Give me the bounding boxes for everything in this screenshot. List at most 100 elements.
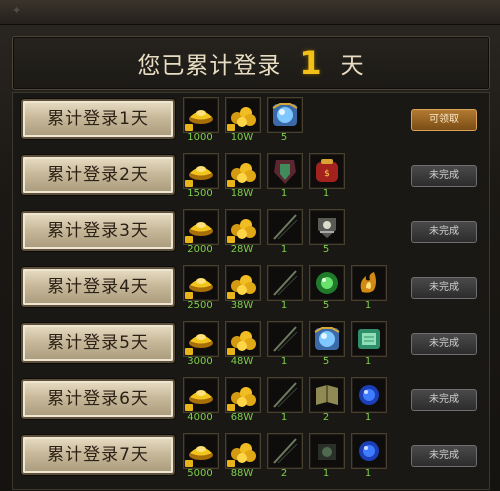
reward-item-quantity: 2 <box>280 468 288 479</box>
reward-item-sword[interactable] <box>267 209 303 245</box>
crest-icon <box>318 218 336 238</box>
blue-orb-icon <box>359 385 379 405</box>
reward-item-blue-gem[interactable] <box>267 97 303 133</box>
incomplete-status-button[interactable]: 未完成 <box>411 221 477 243</box>
sword-icon <box>273 382 298 408</box>
day-7-label-button[interactable]: 累计登录7天 <box>21 435 175 475</box>
reward-item-flame-rune[interactable] <box>351 265 387 301</box>
reward-item-quantity: 1 <box>364 300 372 311</box>
bound-lock-icon <box>227 180 235 187</box>
reward-item-gold-coins[interactable] <box>225 209 261 245</box>
reward-item-red-bag[interactable]: $ <box>309 153 345 189</box>
reward-item-green-orb[interactable] <box>309 265 345 301</box>
sword-icon <box>273 214 298 240</box>
reward-item-gold-ingot[interactable] <box>183 377 219 413</box>
bound-lock-icon <box>185 292 193 299</box>
reward-item-gold-coins[interactable] <box>225 433 261 469</box>
reward-item-gold-ingot[interactable] <box>183 265 219 301</box>
incomplete-status-button[interactable]: 未完成 <box>411 277 477 299</box>
green-scroll-icon <box>358 329 380 349</box>
reward-item-quantity: 5 <box>322 244 330 255</box>
day-5-label-button[interactable]: 累计登录5天 <box>21 323 175 363</box>
reward-item-sword[interactable] <box>267 433 303 469</box>
reward-item-blue-orb[interactable] <box>351 377 387 413</box>
bound-lock-icon <box>185 124 193 131</box>
reward-list: 累计登录1天 1000 10W 5 可领取 累计登录2天 1500 18W 1 $1 未完成 累计登录… <box>12 92 490 490</box>
svg-text:$: $ <box>324 169 330 179</box>
login-reward-window: ✦ 您已累计登录 1 天 累计登录1天 1000 10W 5 可领取 累计登录2天 1500… <box>0 0 500 491</box>
reward-item-sword[interactable] <box>267 377 303 413</box>
sword-icon <box>273 326 298 352</box>
reward-item-quantity: 28W <box>230 244 254 255</box>
reward-item-quantity: 68W <box>230 412 254 423</box>
incomplete-status-button[interactable]: 未完成 <box>411 165 477 187</box>
bound-lock-icon <box>227 292 235 299</box>
sword-icon <box>273 270 298 296</box>
claim-reward-button[interactable]: 可领取 <box>411 109 477 131</box>
window-top-bar: ✦ <box>0 0 500 25</box>
reward-item-gold-coins[interactable] <box>225 153 261 189</box>
dark-relic-icon <box>318 444 336 460</box>
day-6-label-button[interactable]: 累计登录6天 <box>21 379 175 419</box>
incomplete-status-button[interactable]: 未完成 <box>411 389 477 411</box>
reward-item-green-scroll[interactable] <box>351 321 387 357</box>
reward-item-quantity: 18W <box>230 188 254 199</box>
reward-item-quantity: 1 <box>280 412 288 423</box>
reward-item-quantity: 4000 <box>187 412 213 423</box>
incomplete-status-button[interactable]: 未完成 <box>411 333 477 355</box>
reward-item-quantity: 1 <box>280 356 288 367</box>
sword-icon <box>273 438 298 464</box>
reward-item-gold-coins[interactable] <box>225 321 261 357</box>
reward-item-gold-ingot[interactable] <box>183 433 219 469</box>
day-2-label-button[interactable]: 累计登录2天 <box>21 155 175 195</box>
reward-row-day-7: 累计登录7天 5000 88W 2 1 1 未完成 <box>13 433 487 485</box>
reward-item-quantity: 5000 <box>187 468 213 479</box>
day-4-label-button[interactable]: 累计登录4天 <box>21 267 175 307</box>
reward-item-gold-coins[interactable] <box>225 265 261 301</box>
reward-item-quantity: 1 <box>364 412 372 423</box>
reward-item-quantity: 38W <box>230 300 254 311</box>
reward-item-blue-orb[interactable] <box>351 433 387 469</box>
day-3-label-button[interactable]: 累计登录3天 <box>21 211 175 251</box>
reward-item-gold-ingot[interactable] <box>183 321 219 357</box>
bound-lock-icon <box>227 460 235 467</box>
day-1-label-button[interactable]: 累计登录1天 <box>21 99 175 139</box>
bound-lock-icon <box>185 180 193 187</box>
reward-item-gold-ingot[interactable] <box>183 209 219 245</box>
reward-item-gold-coins[interactable] <box>225 97 261 133</box>
reward-item-quantity: 1500 <box>187 188 213 199</box>
incomplete-status-button[interactable]: 未完成 <box>411 445 477 467</box>
reward-item-gold-ingot[interactable] <box>183 97 219 133</box>
reward-item-quantity: 2500 <box>187 300 213 311</box>
reward-item-blue-gem[interactable] <box>309 321 345 357</box>
reward-item-sword[interactable] <box>267 265 303 301</box>
reward-item-gold-ingot[interactable] <box>183 153 219 189</box>
reward-item-quantity: 1 <box>280 188 288 199</box>
reward-item-dark-relic[interactable] <box>309 433 345 469</box>
bound-lock-icon <box>185 348 193 355</box>
reward-item-book[interactable] <box>309 377 345 413</box>
reward-row-day-6: 累计登录6天 4000 68W 1 2 1 未完成 <box>13 377 487 429</box>
reward-item-quantity: 1 <box>280 244 288 255</box>
game-logo: ✦ <box>12 4 22 17</box>
reward-row-day-3: 累计登录3天 2000 28W 1 5 未完成 <box>13 209 487 261</box>
reward-item-quantity: 1 <box>322 468 330 479</box>
reward-item-gold-coins[interactable] <box>225 377 261 413</box>
reward-item-quantity: 5 <box>322 356 330 367</box>
reward-item-armor[interactable] <box>267 153 303 189</box>
reward-item-quantity: 88W <box>230 468 254 479</box>
red-bag-icon: $ <box>316 159 338 182</box>
reward-item-sword[interactable] <box>267 321 303 357</box>
reward-row-day-5: 累计登录5天 3000 48W 1 5 1 未完成 <box>13 321 487 373</box>
reward-item-quantity: 1000 <box>187 132 213 143</box>
reward-item-quantity: 2 <box>322 412 330 423</box>
reward-item-crest[interactable] <box>309 209 345 245</box>
reward-row-day-1: 累计登录1天 1000 10W 5 可领取 <box>13 97 487 149</box>
login-days-count: 1 <box>299 44 323 82</box>
reward-row-day-2: 累计登录2天 1500 18W 1 $1 未完成 <box>13 153 487 205</box>
green-orb-icon <box>316 272 338 294</box>
reward-item-quantity: 1 <box>322 188 330 199</box>
blue-orb-icon <box>359 441 379 461</box>
reward-item-quantity: 1 <box>364 468 372 479</box>
book-icon <box>316 385 338 405</box>
